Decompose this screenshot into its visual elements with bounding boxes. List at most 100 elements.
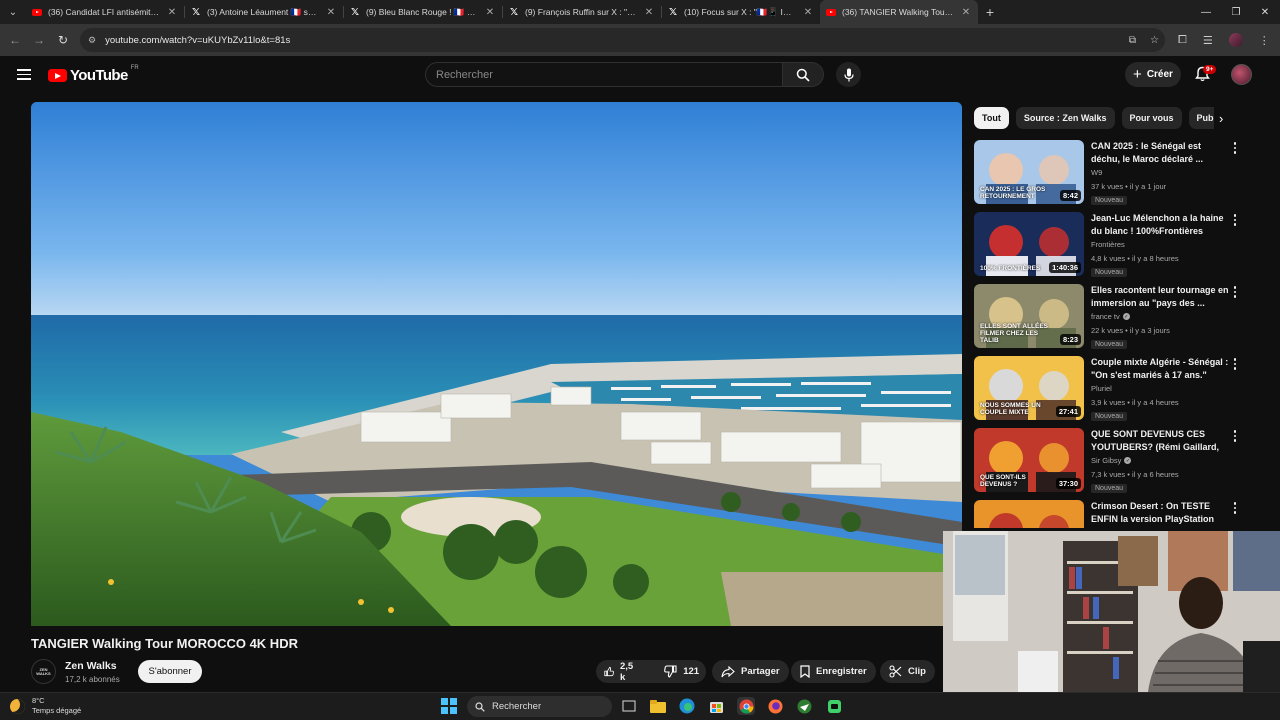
verified-check-icon: ✓ xyxy=(1122,313,1130,320)
search-button[interactable] xyxy=(783,62,824,87)
video-thumbnail[interactable]: QUE SONT-ILS DEVENUS ? 37:30 xyxy=(974,428,1084,492)
channel-name[interactable]: Zen Walks xyxy=(65,660,117,672)
channel-name-text: Sir Gibsy xyxy=(1091,456,1122,465)
bookmark-star-icon[interactable]: ☆ xyxy=(1150,35,1159,46)
tab-close-icon[interactable]: ✕ xyxy=(325,7,337,18)
thumbnail-caption: CAN 2025 : LE GROS RETOURNEMENT xyxy=(980,186,1046,200)
video-player[interactable] xyxy=(31,102,962,626)
video-thumbnail[interactable]: NOUS SOMMES UN COUPLE MIXTE 27:41 xyxy=(974,356,1084,420)
browser-tab[interactable]: (36) Candidat LFI antisémite à l ✕ xyxy=(26,0,184,24)
browser-menu-icon[interactable]: ⋮ xyxy=(1259,34,1270,47)
recommended-video[interactable]: 100% FRONTIÈRES 1:40:36 Jean-Luc Mélenchon… xyxy=(974,212,1244,278)
channel-name-text: W9 xyxy=(1091,168,1103,177)
more-options-icon[interactable] xyxy=(1232,502,1238,514)
video-thumbnail[interactable]: CAN 2025 : LE GROS RETOURNEMENT 8:42 xyxy=(974,140,1084,204)
recommended-video-title[interactable]: QUE SONT DEVENUS CES YOUTUBERS? (Rémi Ga… xyxy=(1091,428,1229,453)
recommended-video-title[interactable]: Crimson Desert : On TESTE ENFIN la versi… xyxy=(1091,500,1229,525)
tab-close-icon[interactable]: ✕ xyxy=(643,7,655,18)
tab-close-icon[interactable]: ✕ xyxy=(166,7,178,18)
back-button[interactable]: ← xyxy=(3,33,27,47)
filter-chip[interactable]: Tout xyxy=(974,107,1009,129)
search-field[interactable] xyxy=(425,62,783,87)
recommended-channel[interactable]: france tv ✓ xyxy=(1091,312,1130,321)
chevron-right-icon[interactable]: › xyxy=(1219,111,1223,126)
tab-close-icon[interactable]: ✕ xyxy=(802,7,814,18)
more-options-icon[interactable] xyxy=(1232,430,1238,442)
file-explorer-icon[interactable] xyxy=(649,697,667,715)
reload-button[interactable]: ↻ xyxy=(51,33,75,47)
minimize-button[interactable]: — xyxy=(1191,0,1221,24)
firefox-icon[interactable] xyxy=(766,697,784,715)
tab-close-icon[interactable]: ✕ xyxy=(960,7,972,18)
tab-close-icon[interactable]: ✕ xyxy=(484,7,496,18)
browser-profile-avatar[interactable] xyxy=(1228,33,1243,47)
subscribe-button[interactable]: S'abonner xyxy=(138,660,202,683)
forward-button[interactable]: → xyxy=(27,33,51,47)
recommended-video-title[interactable]: Jean-Luc Mélenchon a la haine du blanc !… xyxy=(1091,212,1229,237)
dislike-button[interactable]: 121 xyxy=(656,660,707,683)
browser-tab[interactable]: 𝕏 (9) François Ruffin sur X : "Ma r ✕ xyxy=(503,0,661,24)
extensions-icon[interactable]: ⧠ xyxy=(1178,34,1187,47)
more-options-icon[interactable] xyxy=(1232,214,1238,226)
video-duration: 8:23 xyxy=(1059,334,1081,345)
microsoft-store-icon[interactable] xyxy=(707,697,725,715)
channel-name-text: france tv xyxy=(1091,312,1120,321)
more-options-icon[interactable] xyxy=(1232,358,1238,370)
search-input[interactable] xyxy=(436,68,782,81)
more-options-icon[interactable] xyxy=(1232,286,1238,298)
video-thumbnail[interactable]: ELLES SONT ALLÉES FILMER CHEZ LES TALIB 8… xyxy=(974,284,1084,348)
browser-tab[interactable]: 𝕏 (10) Focus sur X : "🇫🇷📱 INFO | ✕ xyxy=(662,0,820,24)
video-thumbnail[interactable]: 100% FRONTIÈRES 1:40:36 xyxy=(974,212,1084,276)
weather-widget[interactable]: 8°C Temps dégagé xyxy=(10,696,81,716)
media-controls-icon[interactable]: ☰ xyxy=(1203,34,1213,47)
close-window-button[interactable]: ✕ xyxy=(1250,0,1280,24)
clip-button[interactable]: Clip xyxy=(880,660,935,683)
recommended-video[interactable]: CAN 2025 : LE GROS RETOURNEMENT 8:42 CAN 2… xyxy=(974,140,1244,206)
new-tab-button[interactable]: + xyxy=(978,4,1002,20)
share-button[interactable]: Partager xyxy=(712,660,789,683)
browser-toolbar: ← → ↻ ⚙ youtube.com/watch?v=uKUYbZv11lo&… xyxy=(0,24,1280,56)
channel-name-text: Frontières xyxy=(1091,240,1125,249)
recommended-video[interactable]: ELLES SONT ALLÉES FILMER CHEZ LES TALIB 8… xyxy=(974,284,1244,350)
create-button[interactable]: + Créer xyxy=(1125,62,1181,87)
recommended-video-title[interactable]: Couple mixte Algérie - Sénégal : "On s'e… xyxy=(1091,356,1229,381)
recommended-video[interactable]: QUE SONT-ILS DEVENUS ? 37:30 QUE SONT DEVE… xyxy=(974,428,1244,494)
recommended-channel[interactable]: Sir Gibsy ✓ xyxy=(1091,456,1132,465)
video-thumbnail[interactable] xyxy=(974,500,1084,528)
filter-chip[interactable]: Source : Zen Walks xyxy=(1015,107,1115,129)
recommended-channel[interactable]: W9 xyxy=(1091,168,1102,177)
more-options-icon[interactable] xyxy=(1232,142,1238,154)
account-avatar[interactable] xyxy=(1231,64,1252,85)
menu-icon[interactable] xyxy=(17,69,31,80)
windows-start-icon[interactable] xyxy=(441,698,457,714)
recommended-video-title[interactable]: Elles racontent leur tournage en immersi… xyxy=(1091,284,1229,309)
site-info-icon[interactable]: ⚙ xyxy=(88,35,96,46)
edge-browser-icon[interactable] xyxy=(678,697,696,715)
chrome-icon[interactable] xyxy=(737,697,755,715)
recommended-video[interactable]: NOUS SOMMES UN COUPLE MIXTE 27:41 Couple m… xyxy=(974,356,1244,422)
address-bar[interactable]: ⚙ youtube.com/watch?v=uKUYbZv11lo&t=81s … xyxy=(80,28,1165,52)
install-app-icon[interactable]: ⧉ xyxy=(1129,35,1136,46)
app-icon[interactable] xyxy=(795,697,813,715)
save-button[interactable]: Enregistrer xyxy=(791,660,876,683)
filter-chip-bar: Tout Source : Zen Walks Pour vous Publ xyxy=(974,107,1214,129)
like-button[interactable]: 2,5 k xyxy=(596,660,644,683)
recommended-video-title[interactable]: CAN 2025 : le Sénégal est déchu, le Maro… xyxy=(1091,140,1229,165)
taskbar-search[interactable]: Rechercher xyxy=(467,696,612,717)
task-view-icon[interactable] xyxy=(620,697,638,715)
channel-avatar[interactable]: ZEN WALKS xyxy=(31,659,56,684)
tab-search-menu-button[interactable]: ⌄ xyxy=(0,0,26,24)
game-app-icon[interactable] xyxy=(825,697,843,715)
browser-tab[interactable]: 𝕏 (3) Antoine Léaument 🇫🇷 sur X : ✕ xyxy=(185,0,343,24)
recommended-channel[interactable]: Pluriel xyxy=(1091,384,1112,393)
browser-tab[interactable]: 𝕏 (9) Bleu Blanc Rouge ! 🇫🇷 sur X ✕ xyxy=(344,0,502,24)
recommended-channel[interactable]: Frontières xyxy=(1091,240,1125,249)
voice-search-button[interactable] xyxy=(836,62,861,87)
restore-button[interactable]: ❐ xyxy=(1221,0,1251,24)
channel-name-text: Pluriel xyxy=(1091,384,1112,393)
filter-chip[interactable]: Publ xyxy=(1188,107,1214,129)
youtube-logo[interactable]: YouTube FR xyxy=(48,65,139,84)
browser-tab-active[interactable]: (36) TANGIER Walking Tour MO ✕ xyxy=(820,0,978,24)
filter-chip[interactable]: Pour vous xyxy=(1121,107,1182,129)
recommended-video[interactable]: Crimson Desert : On TESTE ENFIN la versi… xyxy=(974,500,1244,528)
